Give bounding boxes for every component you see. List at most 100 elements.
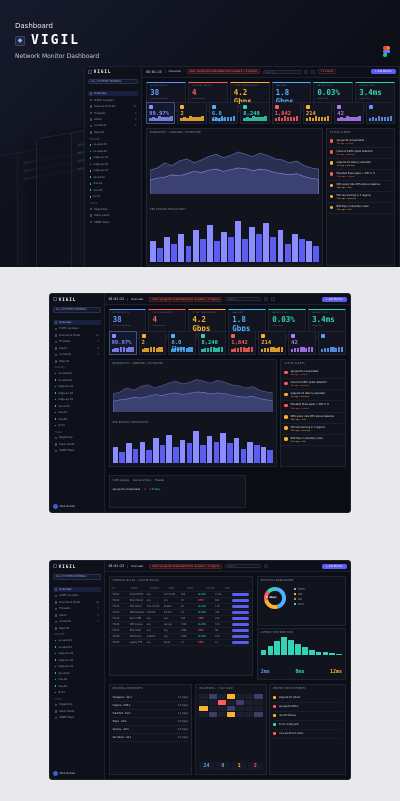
sidebar-tool[interactable]: Slack Alerts [53, 709, 101, 713]
device-event[interactable]: dns-02 failover [273, 712, 342, 721]
bell-icon[interactable] [264, 297, 269, 302]
column-header[interactable]: DEST [169, 587, 188, 590]
metric-card[interactable]: 42 [288, 331, 317, 356]
sidebar-tool[interactable]: SNMP Traps [53, 449, 101, 453]
sidebar-region[interactable]: lb-01 [53, 690, 101, 694]
calendar-cell[interactable] [217, 693, 226, 699]
table-tab[interactable]: Traffic Analysis [113, 479, 129, 482]
calendar-cell[interactable] [208, 705, 217, 711]
alert-item[interactable]: api-gw-04 unreachable 1m ago • critical [281, 368, 345, 380]
calendar-cell[interactable] [208, 711, 217, 717]
calendar-cell[interactable] [254, 705, 263, 711]
metric-card[interactable]: 42 [334, 101, 364, 125]
calendar-cell[interactable] [217, 699, 226, 705]
alert-item[interactable]: edge-fw-01 latency elevated 7m ago • warn… [326, 159, 394, 170]
column-header[interactable]: NAME [131, 587, 150, 590]
sidebar-region[interactable]: edge-eu-01 [88, 156, 139, 160]
user-profile[interactable]: Nika Nowak [52, 503, 75, 509]
tab-overview[interactable]: Overview [126, 564, 146, 568]
sidebar-region[interactable]: dns-01 [53, 677, 101, 681]
sidebar-item[interactable]: Firewalls 3 [53, 340, 101, 344]
rule-toggle[interactable] [232, 605, 250, 609]
sidebar-item[interactable]: Incidents 2 [88, 124, 139, 128]
alert-item[interactable]: Elevated flows spike > 300 % % 12m ago • … [281, 401, 345, 413]
calendar-cell[interactable] [254, 711, 263, 717]
calendar-cell[interactable] [208, 693, 217, 699]
sidebar-item[interactable]: Alerts 9 [53, 346, 101, 350]
sidebar-tool[interactable]: PagerDuty [88, 207, 139, 211]
metric-card[interactable]: 8,240 [240, 101, 270, 125]
calendar-cell[interactable] [226, 699, 236, 705]
sidebar-region[interactable]: edge-eu-01 [53, 384, 101, 388]
alert-item[interactable]: FW-rule warning in 3 regions 22m ago • wa… [326, 192, 394, 204]
sidebar-item[interactable]: Firewalls 3 [53, 607, 101, 611]
sidebar-tool[interactable]: SNMP Traps [88, 220, 139, 224]
calendar-cell[interactable] [199, 699, 208, 705]
metric-card[interactable]: 1,842 [228, 331, 257, 356]
sidebar-region[interactable]: lb-01 [88, 195, 139, 199]
region-row[interactable]: Tokyo - AP-2 0.9 Gbps [112, 718, 189, 726]
metric-card[interactable] [365, 101, 395, 125]
add-monitor-button[interactable]: + Add Monitor [321, 296, 347, 302]
sidebar-item[interactable]: Devices & Hosts 24 [53, 600, 101, 604]
alert-item[interactable]: Inbound traffic spike detected 4m ago • w… [326, 148, 394, 159]
column-header[interactable]: SOURCE [150, 587, 169, 590]
sidebar-region[interactable]: lb-01 [53, 423, 101, 427]
metric-card[interactable]: 214 [258, 331, 287, 356]
sidebar-region[interactable]: dns-01 [88, 182, 139, 186]
region-row[interactable]: Sydney - AP-3 0.6 Gbps [112, 726, 189, 734]
bell-icon[interactable] [303, 69, 308, 74]
calendar-cell[interactable] [245, 705, 254, 711]
alert-item[interactable]: DNS query rate 28% above baseline 18m ago… [326, 181, 394, 193]
region-row[interactable]: Sao Paulo - SA-1 0.4 Gbps [112, 734, 189, 742]
rule-toggle[interactable] [232, 641, 250, 645]
sidebar-item[interactable]: Reports [53, 359, 101, 363]
calendar-cell[interactable] [236, 711, 245, 717]
alert-item[interactable]: Elevated flows spike > 300 % % 12m ago • … [326, 170, 394, 182]
sidebar-item[interactable]: Overview [87, 91, 139, 96]
incident-pill[interactable]: 3 Incidents [317, 69, 337, 75]
sidebar-item[interactable]: Overview [52, 587, 101, 592]
rule-toggle[interactable] [232, 599, 250, 603]
sidebar-region[interactable]: edge-ap-01 [88, 169, 139, 173]
calendar-cell[interactable] [199, 705, 208, 711]
table-tab[interactable]: Firewalls [155, 479, 164, 482]
device-event[interactable]: core-sw-03 link down [273, 730, 342, 739]
sidebar-region[interactable]: ap-sh-02 [88, 175, 139, 179]
sidebar-region[interactable]: us-east-01 [88, 143, 139, 147]
calendar-cell[interactable] [208, 699, 217, 705]
sidebar-tool[interactable]: PagerDuty [53, 436, 101, 440]
calendar-cell[interactable] [245, 699, 254, 705]
metric-card[interactable]: 2 [138, 331, 167, 356]
sidebar-item[interactable]: Traffic Analysis [53, 594, 101, 598]
calendar-cell[interactable] [199, 711, 208, 717]
sidebar-item[interactable]: Firewalls 3 [88, 111, 139, 115]
alert-item[interactable]: FW-rule warning in 3 regions 22m ago • wa… [281, 424, 345, 435]
metric-card[interactable]: 6.0 Gbps [168, 331, 197, 356]
add-monitor-button[interactable]: + Add Monitor [321, 563, 347, 569]
sidebar-region[interactable]: edge-eu-02 [88, 162, 139, 166]
sidebar-region[interactable]: us-east-01 [53, 638, 101, 642]
calendar-cell[interactable] [245, 711, 254, 717]
sidebar-item[interactable]: Devices & Hosts 24 [53, 333, 101, 337]
alert-item[interactable]: Inbound traffic spike detected 4m ago • w… [281, 379, 345, 391]
sidebar-item[interactable]: Alerts 9 [88, 117, 139, 121]
calendar-cell[interactable] [226, 711, 236, 717]
metric-card[interactable] [318, 331, 346, 356]
column-header[interactable]: HITS [225, 587, 244, 590]
sidebar-region[interactable]: edge-ap-01 [53, 397, 101, 401]
region-row[interactable]: Singapore - SG-1 2.4 Gbps [112, 694, 189, 702]
tab-overview[interactable]: Overview [126, 297, 146, 301]
calendar-cell[interactable] [217, 711, 226, 717]
device-event[interactable]: lb-01 config push [273, 721, 342, 730]
sidebar-tool[interactable]: Slack Alerts [88, 213, 139, 217]
sidebar-region[interactable]: edge-eu-02 [53, 658, 101, 662]
search-input[interactable]: Search... [262, 69, 301, 74]
sidebar-item[interactable]: Traffic Analysis [88, 98, 139, 102]
sidebar-region[interactable]: ap-sh-02 [53, 671, 101, 675]
table-tab[interactable]: Devices & Hosts [133, 479, 151, 482]
sidebar-item[interactable]: Incidents 2 [53, 353, 101, 357]
device-event[interactable]: edge-fw-01 reboot [273, 694, 342, 703]
device-event[interactable]: api-gw-04 offline [273, 703, 342, 712]
alert-item[interactable]: BGP flap on standby router 31m ago • info [281, 435, 345, 446]
